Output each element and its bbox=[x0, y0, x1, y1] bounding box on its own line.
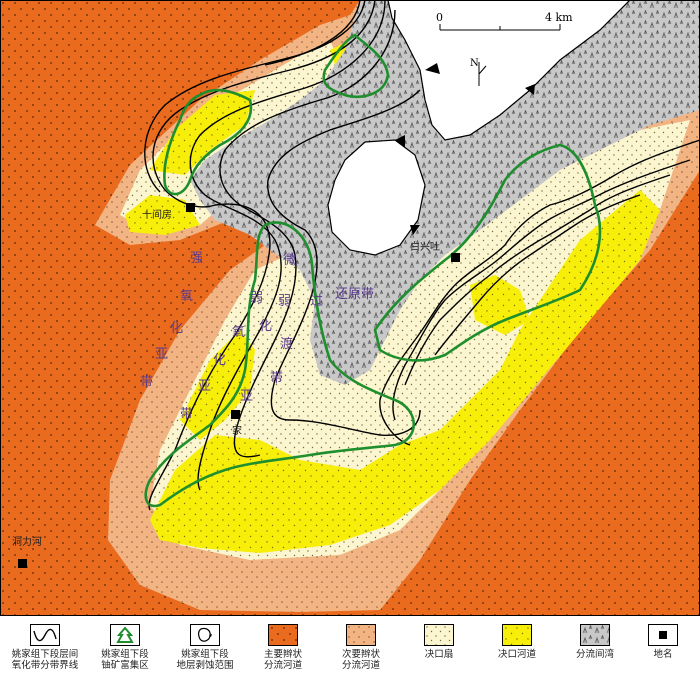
zone-label-strong-5: 带 bbox=[140, 375, 153, 390]
legend-label: 主要辫状 分流河道 bbox=[263, 649, 302, 671]
legend-item-boundary: 姚家组下段层间 氧化带分带界线 bbox=[2, 624, 88, 671]
crevasse-channel-swatch bbox=[502, 624, 532, 646]
interdistributary-bay-swatch bbox=[580, 624, 610, 646]
zone-label-transition-1: 微 bbox=[283, 253, 296, 268]
zone-label-weak-2: 氧 bbox=[232, 325, 245, 340]
legend-item-erosion: 姚家组下段 地层剥蚀范围 bbox=[162, 624, 248, 671]
place-marker-icon bbox=[451, 253, 460, 262]
zone-label-weak-5: 带 bbox=[180, 407, 193, 422]
crevasse-splay-swatch bbox=[424, 624, 454, 646]
place-label-baixingtu: 白兴吐 bbox=[410, 240, 440, 253]
place-marker-icon bbox=[186, 203, 195, 212]
zone-label-transition-4: 渡 bbox=[280, 336, 293, 352]
legend-item-crevasse-channel: 决口河道 bbox=[474, 624, 560, 660]
map-canvas: 0 4 km N 强 氧 化 亚 带 弱 氧 化 亚 带 微 弱 过 渡 带 化 bbox=[0, 0, 700, 616]
legend-label: 姚家组下段层间 氧化带分带界线 bbox=[11, 649, 79, 671]
north-label: N bbox=[470, 58, 479, 69]
zone-label-reduction: 还原带 bbox=[335, 287, 374, 302]
scale-start-label: 0 bbox=[436, 11, 443, 24]
legend-label: 地名 bbox=[653, 649, 673, 660]
zone-label-transition-3: 过 bbox=[310, 294, 323, 309]
zone-label-weak-4: 亚 bbox=[198, 379, 211, 394]
zone-label-weak-extra: 化 bbox=[259, 319, 272, 334]
place-label-donglihe: 洞力河 bbox=[12, 535, 42, 548]
boundary-line-icon bbox=[30, 624, 60, 646]
map-frame: 0 4 km N 强 氧 化 亚 带 弱 氧 化 亚 带 微 弱 过 渡 带 化 bbox=[0, 0, 700, 616]
zone-label-weak-extra2: 亚 bbox=[240, 389, 253, 404]
legend-label: 姚家组下段 铀矿富集区 bbox=[101, 649, 149, 671]
scale-end-label: 4 km bbox=[545, 11, 573, 24]
place-marker-icon bbox=[648, 624, 678, 646]
zone-label-weak-1: 弱 bbox=[250, 291, 263, 306]
place-marker-icon bbox=[231, 410, 240, 419]
place-label-jia: 家 bbox=[232, 424, 242, 437]
main-channel-swatch bbox=[268, 624, 298, 646]
erosion-icon bbox=[190, 624, 220, 646]
zone-label-strong-3: 化 bbox=[170, 321, 183, 336]
zone-label-strong-4: 亚 bbox=[155, 347, 168, 362]
legend-item-secondary-channel: 次要辫状 分流河道 bbox=[318, 624, 404, 671]
legend-label: 姚家组下段 地层剥蚀范围 bbox=[176, 649, 234, 671]
legend-item-place: 地名 bbox=[620, 624, 700, 660]
legend-label: 决口河道 bbox=[497, 649, 536, 660]
legend-item-crevasse-splay: 决口扇 bbox=[396, 624, 482, 660]
zone-label-weak-3: 化 bbox=[213, 353, 226, 368]
legend-label: 决口扇 bbox=[424, 649, 454, 660]
place-marker-icon bbox=[18, 559, 27, 568]
legend-item-uranium: 姚家组下段 铀矿富集区 bbox=[82, 624, 168, 671]
zone-label-transition-5: 带 bbox=[270, 371, 283, 386]
legend-label: 次要辫状 分流河道 bbox=[341, 649, 380, 671]
zone-label-strong-1: 强 bbox=[190, 251, 203, 266]
secondary-channel-swatch bbox=[346, 624, 376, 646]
zone-label-transition-2: 弱 bbox=[278, 294, 291, 309]
legend-item-main-channel: 主要辫状 分流河道 bbox=[240, 624, 326, 671]
uranium-zone-icon bbox=[110, 624, 140, 646]
legend: 姚家组下段层间 氧化带分带界线 姚家组下段 铀矿富集区 姚家组下段 地层剥蚀范围… bbox=[0, 616, 700, 690]
zone-label-strong-2: 氧 bbox=[180, 289, 193, 304]
place-label-shijianfang: 十间房 bbox=[142, 208, 172, 221]
